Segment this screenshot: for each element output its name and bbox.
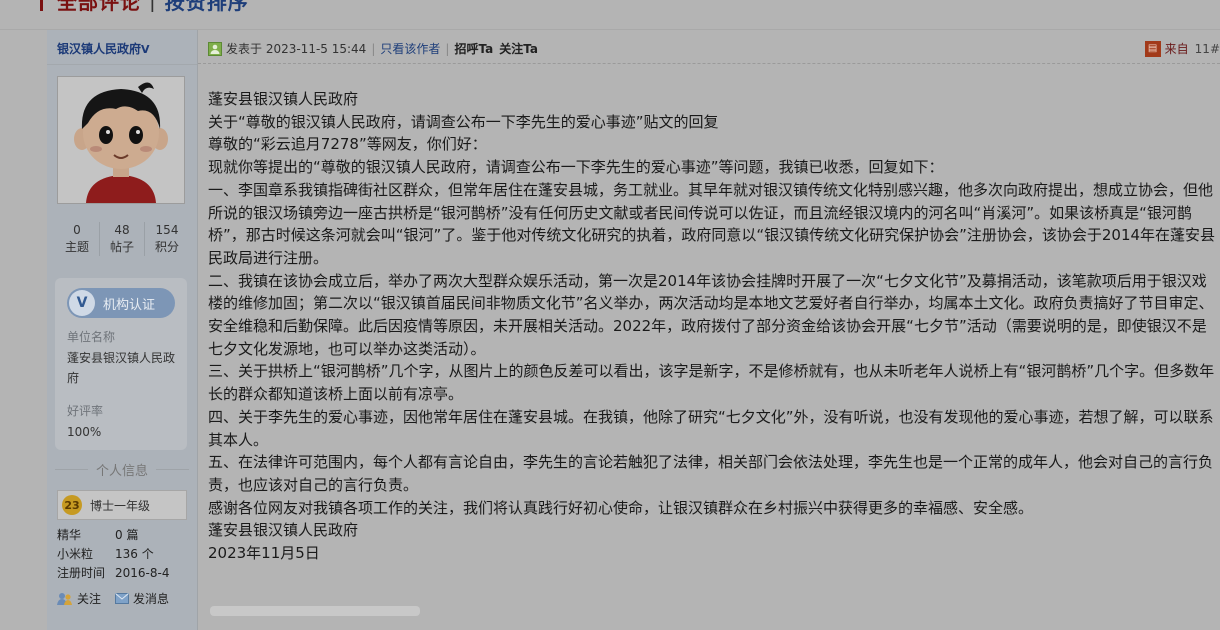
level-medal-icon: 23 <box>62 495 82 515</box>
divider <box>55 468 88 470</box>
stat-label: 帖子 <box>109 240 134 254</box>
follow-people-icon <box>57 592 72 605</box>
info-key: 小米粒 <box>57 547 94 561</box>
info-key: 注册时间 <box>57 566 106 580</box>
sort-by-likes-link[interactable]: 按赞排序 <box>165 0 249 15</box>
stat-label: 主题 <box>64 240 89 254</box>
author-name-link[interactable]: 银汉镇人民政府V <box>57 40 150 57</box>
section-title-text: 个人信息 <box>96 463 149 479</box>
stat-posts[interactable]: 48 帖子 <box>99 222 144 256</box>
author-actions: 关注 发消息 <box>57 590 197 607</box>
content-line: 现就你等提出的“尊敬的银汉镇人民政府，请调查公布一下李先生的爱心事迹”等问题，我… <box>208 158 944 177</box>
info-row: 小米粒 136 个 <box>57 545 187 564</box>
envelope-icon <box>115 593 130 604</box>
header-separator: | <box>445 41 450 56</box>
divider <box>156 468 190 470</box>
post-content: 蓬安县银汉镇人民政府 关于“尊敬的银汉镇人民政府，请调查公布一下李先生的爱心事迹… <box>208 88 1220 565</box>
stat-value: 0 <box>73 223 81 237</box>
stat-value: 48 <box>114 223 130 237</box>
rating-value: 100% <box>67 425 102 439</box>
all-comments-title: 全部评论 <box>57 0 141 14</box>
info-row: 注册时间 2016-8-4 <box>57 564 187 583</box>
author-info-table: 精华 0 篇 小米粒 136 个 注册时间 2016-8-4 <box>57 526 187 583</box>
only-author-link[interactable]: 只看该作者 <box>380 40 440 57</box>
info-row: 精华 0 篇 <box>57 526 187 545</box>
message-label: 发消息 <box>133 592 170 606</box>
content-paragraph: 五、在法律许可范围内，每个人都有言论自由，李先生的言论若触犯了法律，相关部门会依… <box>208 453 1214 494</box>
stat-value: 154 <box>155 223 179 237</box>
info-key: 精华 <box>57 528 82 542</box>
floor-number[interactable]: 11# <box>1195 42 1220 56</box>
unit-name-label: 单位名称 <box>67 330 116 344</box>
follow-button[interactable]: 关注 <box>57 590 101 607</box>
send-message-button[interactable]: 发消息 <box>115 590 169 607</box>
cert-label: 机构认证 <box>103 297 156 313</box>
source-app-icon: ▤ <box>1144 40 1161 57</box>
unit-name-value: 蓬安县银汉镇人民政府 <box>67 351 176 385</box>
info-value: 136 个 <box>115 547 154 561</box>
rating-label: 好评率 <box>67 404 104 418</box>
verified-icon: V <box>141 43 150 56</box>
author-stats: 0 主题 48 帖子 154 积分 <box>55 222 189 256</box>
online-status-icon <box>208 41 222 56</box>
author-name[interactable]: 银汉镇人民政府 <box>57 42 141 56</box>
personal-info-title: 个人信息 <box>55 460 190 479</box>
verified-v-icon: V <box>69 290 95 316</box>
content-line: 关于“尊敬的银汉镇人民政府，请调查公布一下李先生的爱心事迹”贴文的回复 <box>208 112 719 131</box>
stat-threads[interactable]: 0 主题 <box>55 222 99 256</box>
follow-author-button[interactable]: 关注Ta <box>499 40 538 57</box>
content-line: 蓬安县银汉镇人民政府 <box>208 90 359 108</box>
header-separator: | <box>371 41 376 56</box>
user-level[interactable]: 23 博士一年级 <box>57 490 187 520</box>
content-paragraph: 二、我镇在该协会成立后，举办了两次大型群众娱乐活动，第一次是2014年该协会挂牌… <box>208 271 1214 358</box>
content-paragraph: 一、李国章系我镇指碑街社区群众，但常年居住在蓬安县城，务工就业。其早年就对银汉镇… <box>208 180 1216 267</box>
content-line: 尊敬的“彩云追月7278”等网友，你们好： <box>208 135 487 154</box>
heading-accent-bar <box>40 0 43 11</box>
from-label[interactable]: 来自 <box>1165 40 1189 57</box>
stat-points[interactable]: 154 积分 <box>144 222 189 256</box>
heading-separator: | <box>149 0 157 12</box>
comments-heading: 全部评论 | 按赞排序 <box>40 0 249 14</box>
follow-label: 关注 <box>77 592 102 606</box>
avatar-cartoon-image <box>58 77 184 203</box>
level-name: 博士一年级 <box>90 498 151 513</box>
post-header: 发表于 2023-11-5 15:44 | 只看该作者 | 招呼Ta 关注Ta … <box>198 34 1220 64</box>
content-paragraph: 三、关于拱桥上“银河鹊桥”几个字，从图片上的颜色反差可以看出，该字是新字，不是修… <box>208 362 1215 404</box>
greet-button[interactable]: 招呼Ta <box>454 40 493 57</box>
content-line: 蓬安县银汉镇人民政府 <box>208 521 359 540</box>
content-line: 2023年11月5日 <box>208 544 320 563</box>
post-source: ▤ 来自 11# <box>1144 40 1220 57</box>
author-name-row: 银汉镇人民政府V <box>47 30 197 65</box>
author-sidebar: 银汉镇人民政府V 0 主题 48 帖子 154 积分 V 机构认证 单位名称 蓬… <box>47 30 198 630</box>
post-timestamp: 发表于 2023-11-5 15:44 <box>226 42 367 56</box>
content-paragraph: 四、关于李先生的爱心事迹，因他常年居住在蓬安县城。在我镇，他除了研究“七夕文化”… <box>208 407 1214 449</box>
avatar[interactable] <box>57 76 185 204</box>
info-value: 0 篇 <box>115 528 139 542</box>
stat-label: 积分 <box>154 240 179 254</box>
info-value: 2016-8-4 <box>115 566 170 580</box>
next-block-edge <box>210 606 420 616</box>
org-certification-badge[interactable]: V 机构认证 <box>67 288 175 318</box>
certification-box: V 机构认证 单位名称 蓬安县银汉镇人民政府 好评率 100% <box>55 278 187 450</box>
content-line: 感谢各位网友对我镇各项工作的关注，我们将认真践行好初心使命，让银汉镇群众在乡村振… <box>208 498 1034 517</box>
